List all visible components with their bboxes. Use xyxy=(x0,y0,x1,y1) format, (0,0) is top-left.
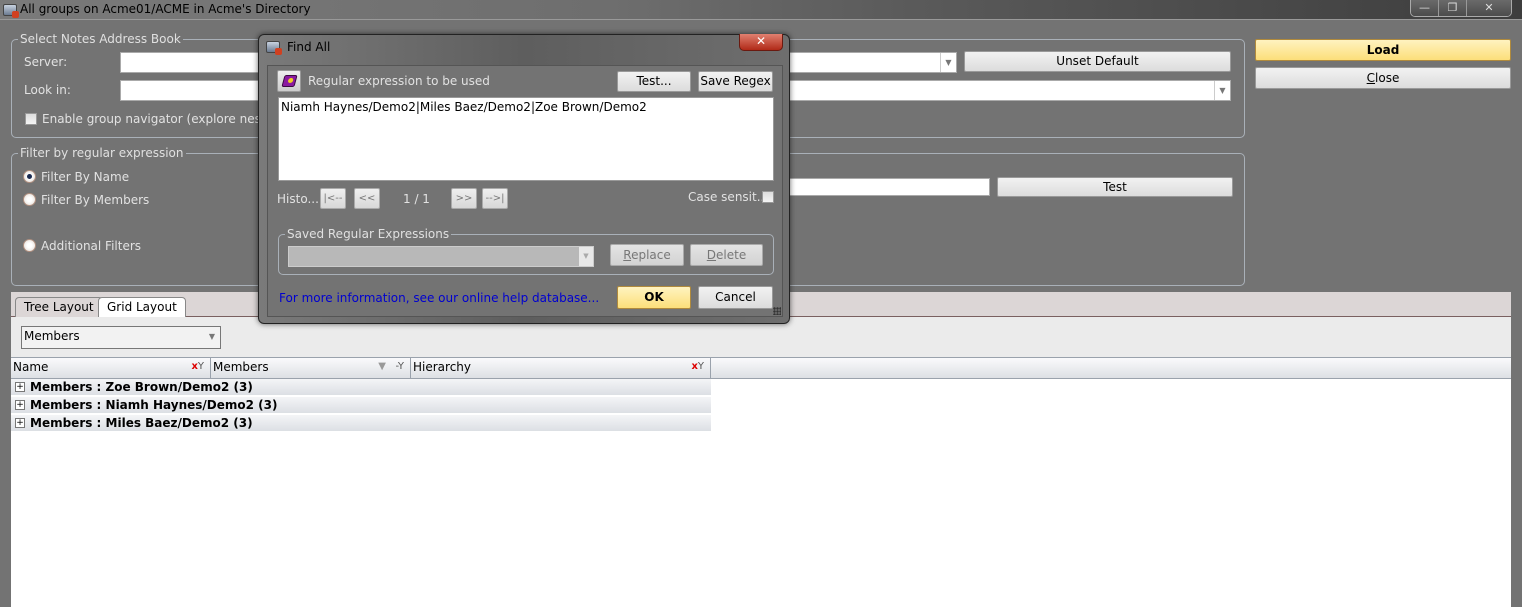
minimize-icon[interactable]: — xyxy=(1411,0,1439,16)
filter-by-name-radio[interactable] xyxy=(23,170,36,183)
history-prev-button[interactable]: << xyxy=(354,188,380,209)
look-in-label: Look in: xyxy=(24,83,71,97)
filter-clear-icon[interactable]: xY xyxy=(191,361,204,372)
close-label: lose xyxy=(1375,71,1400,85)
column-name-label: Name xyxy=(13,360,49,374)
chevron-down-icon[interactable]: ▼ xyxy=(940,53,956,72)
group-by-combo[interactable]: Members ▼ xyxy=(21,326,221,349)
filter-by-members-label: Filter By Members xyxy=(41,193,150,207)
address-book-legend: Select Notes Address Book xyxy=(20,32,181,46)
column-members-label: Members xyxy=(213,360,269,374)
history-first-button[interactable]: |<-- xyxy=(320,188,346,209)
replace-mnemonic: R xyxy=(623,248,632,262)
delete-mnemonic: D xyxy=(706,248,717,262)
grid-header-row: Name xY Members ▼ -Y Hierarchy xY xyxy=(11,357,1511,379)
group-navigator-checkbox[interactable] xyxy=(25,113,37,125)
dialog-close-icon[interactable]: ✕ xyxy=(739,34,783,51)
window-title: All groups on Acme01/ACME in Acme's Dire… xyxy=(20,2,311,16)
group-row-label: Members : Miles Baez/Demo2 (3) xyxy=(30,416,253,430)
help-link[interactable]: For more information, see our online hel… xyxy=(279,291,599,305)
grid-area: Members ▼ Name xY Members ▼ -Y Hierarchy… xyxy=(11,317,1511,607)
replace-button[interactable]: Replace xyxy=(610,244,684,266)
regex-textarea[interactable]: Niamh Haynes/Demo2|Miles Baez/Demo2|Zoe … xyxy=(278,97,774,181)
history-label: Histo... xyxy=(277,192,319,206)
filter-by-name-label: Filter By Name xyxy=(41,170,130,184)
dialog-body: Regular expression to be used Test... Sa… xyxy=(267,65,783,317)
replace-label: eplace xyxy=(631,248,671,262)
regex-label: Regular expression to be used xyxy=(308,74,490,88)
close-mnemonic: C xyxy=(1366,71,1376,85)
load-button[interactable]: Load xyxy=(1255,39,1511,61)
window-titlebar: All groups on Acme01/ACME in Acme's Dire… xyxy=(0,0,1522,20)
group-row-label: Members : Niamh Haynes/Demo2 (3) xyxy=(30,398,278,412)
book-icon xyxy=(281,75,298,87)
dialog-title: Find All xyxy=(287,40,331,54)
filter-legend: Filter by regular expression xyxy=(20,146,184,160)
chevron-down-icon[interactable]: ▼ xyxy=(1214,81,1230,100)
history-position: 1 / 1 xyxy=(403,192,430,206)
history-next-button[interactable]: >> xyxy=(451,188,477,209)
find-all-dialog: Find All ✕ Regular expression to be used… xyxy=(258,34,790,324)
additional-filters-radio[interactable] xyxy=(23,239,36,252)
saved-regex-combo[interactable]: ▼ xyxy=(288,246,594,267)
close-button[interactable]: Close xyxy=(1255,67,1511,89)
filter-test-button[interactable]: Test xyxy=(997,177,1233,197)
dialog-app-icon xyxy=(266,41,282,55)
save-regex-button[interactable]: Save Regex xyxy=(698,71,773,92)
delete-label: elete xyxy=(716,248,747,262)
delete-button[interactable]: Delete xyxy=(690,244,763,266)
saved-regex-legend: Saved Regular Expressions xyxy=(287,227,450,241)
group-row[interactable]: + Members : Niamh Haynes/Demo2 (3) xyxy=(11,397,711,414)
group-navigator-label: Enable group navigator (explore nested g xyxy=(42,112,293,126)
column-header-name[interactable]: Name xY xyxy=(11,358,211,378)
cancel-button[interactable]: Cancel xyxy=(698,286,773,309)
expand-icon[interactable]: + xyxy=(15,400,25,410)
chevron-down-icon[interactable]: ▼ xyxy=(579,247,593,266)
chevron-down-icon[interactable]: ▼ xyxy=(204,327,220,348)
tab-grid-layout[interactable]: Grid Layout xyxy=(98,297,186,318)
window-controls: — ❐ ✕ xyxy=(1410,0,1512,17)
case-sensitive-checkbox[interactable] xyxy=(762,191,774,203)
additional-filters-label: Additional Filters xyxy=(41,239,142,253)
group-row[interactable]: + Members : Miles Baez/Demo2 (3) xyxy=(11,415,711,432)
filter-by-members-radio[interactable] xyxy=(23,193,36,206)
resize-grip-icon[interactable] xyxy=(773,307,781,315)
group-row-label: Members : Zoe Brown/Demo2 (3) xyxy=(30,380,253,394)
history-last-button[interactable]: -->| xyxy=(482,188,508,209)
regex-help-button[interactable] xyxy=(277,70,301,92)
restore-icon[interactable]: ❐ xyxy=(1439,0,1467,16)
case-sensitive-label: Case sensit... xyxy=(688,190,769,204)
ok-button[interactable]: OK xyxy=(617,286,691,309)
close-window-icon[interactable]: ✕ xyxy=(1467,0,1511,16)
column-hierarchy-label: Hierarchy xyxy=(413,360,472,374)
app-icon xyxy=(3,4,19,18)
group-by-value: Members xyxy=(24,329,80,343)
filter-icon[interactable]: -Y xyxy=(395,361,404,372)
expand-icon[interactable]: + xyxy=(15,418,25,428)
sort-down-icon[interactable]: ▼ xyxy=(378,361,386,372)
column-header-members[interactable]: Members ▼ -Y xyxy=(211,358,411,378)
filter-clear-icon[interactable]: xY xyxy=(691,361,704,372)
tab-tree-layout[interactable]: Tree Layout xyxy=(15,297,103,317)
expand-icon[interactable]: + xyxy=(15,382,25,392)
server-label: Server: xyxy=(24,55,68,69)
unset-default-button[interactable]: Unset Default xyxy=(964,51,1231,72)
regex-test-button[interactable]: Test... xyxy=(617,71,691,92)
group-row[interactable]: + Members : Zoe Brown/Demo2 (3) xyxy=(11,379,711,396)
column-header-hierarchy[interactable]: Hierarchy xY xyxy=(411,358,711,378)
